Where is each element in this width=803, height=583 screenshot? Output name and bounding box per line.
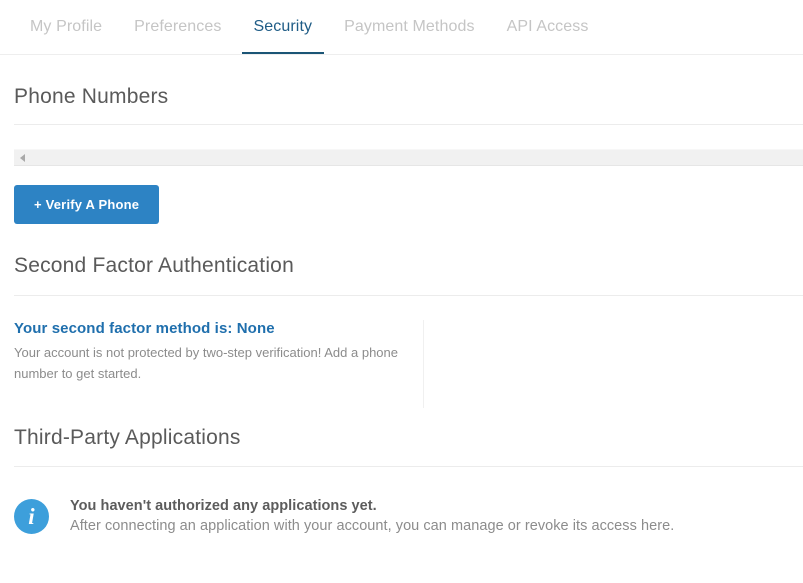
second-factor-body: Your second factor method is: None Your … xyxy=(0,320,803,408)
phone-numbers-heading: Phone Numbers xyxy=(14,85,169,108)
tab-preferences[interactable]: Preferences xyxy=(118,0,237,53)
no-applications-title: You haven't authorized any applications … xyxy=(70,498,377,514)
third-party-divider xyxy=(14,466,803,467)
triangle-left-icon[interactable] xyxy=(20,153,25,162)
no-applications-notice-text: You haven't authorized any applications … xyxy=(70,497,674,534)
second-factor-status-text: Your second factor method is: None xyxy=(14,320,275,337)
second-factor-status-panel: Your second factor method is: None Your … xyxy=(0,320,424,408)
tab-api-access[interactable]: API Access xyxy=(491,0,605,53)
no-applications-subtitle: After connecting an application with you… xyxy=(70,518,675,534)
info-circle-icon: i xyxy=(14,499,49,534)
phone-numbers-divider xyxy=(14,124,803,125)
tab-payment-methods[interactable]: Payment Methods xyxy=(328,0,490,53)
second-factor-divider xyxy=(14,295,803,296)
third-party-applications-heading: Third-Party Applications xyxy=(14,426,241,449)
tab-my-profile[interactable]: My Profile xyxy=(14,0,118,53)
no-applications-notice: i You haven't authorized any application… xyxy=(0,497,803,534)
verify-a-phone-button[interactable]: + Verify A Phone xyxy=(14,185,160,224)
security-settings-page: My Profile Preferences Security Payment … xyxy=(0,0,803,583)
settings-tab-bar: My Profile Preferences Security Payment … xyxy=(0,0,803,55)
tab-security[interactable]: Security xyxy=(238,0,329,54)
phone-numbers-horizontal-scrollbar[interactable] xyxy=(14,149,803,166)
second-factor-description: Your account is not protected by two-ste… xyxy=(14,345,398,381)
second-factor-authentication-heading: Second Factor Authentication xyxy=(14,254,294,277)
